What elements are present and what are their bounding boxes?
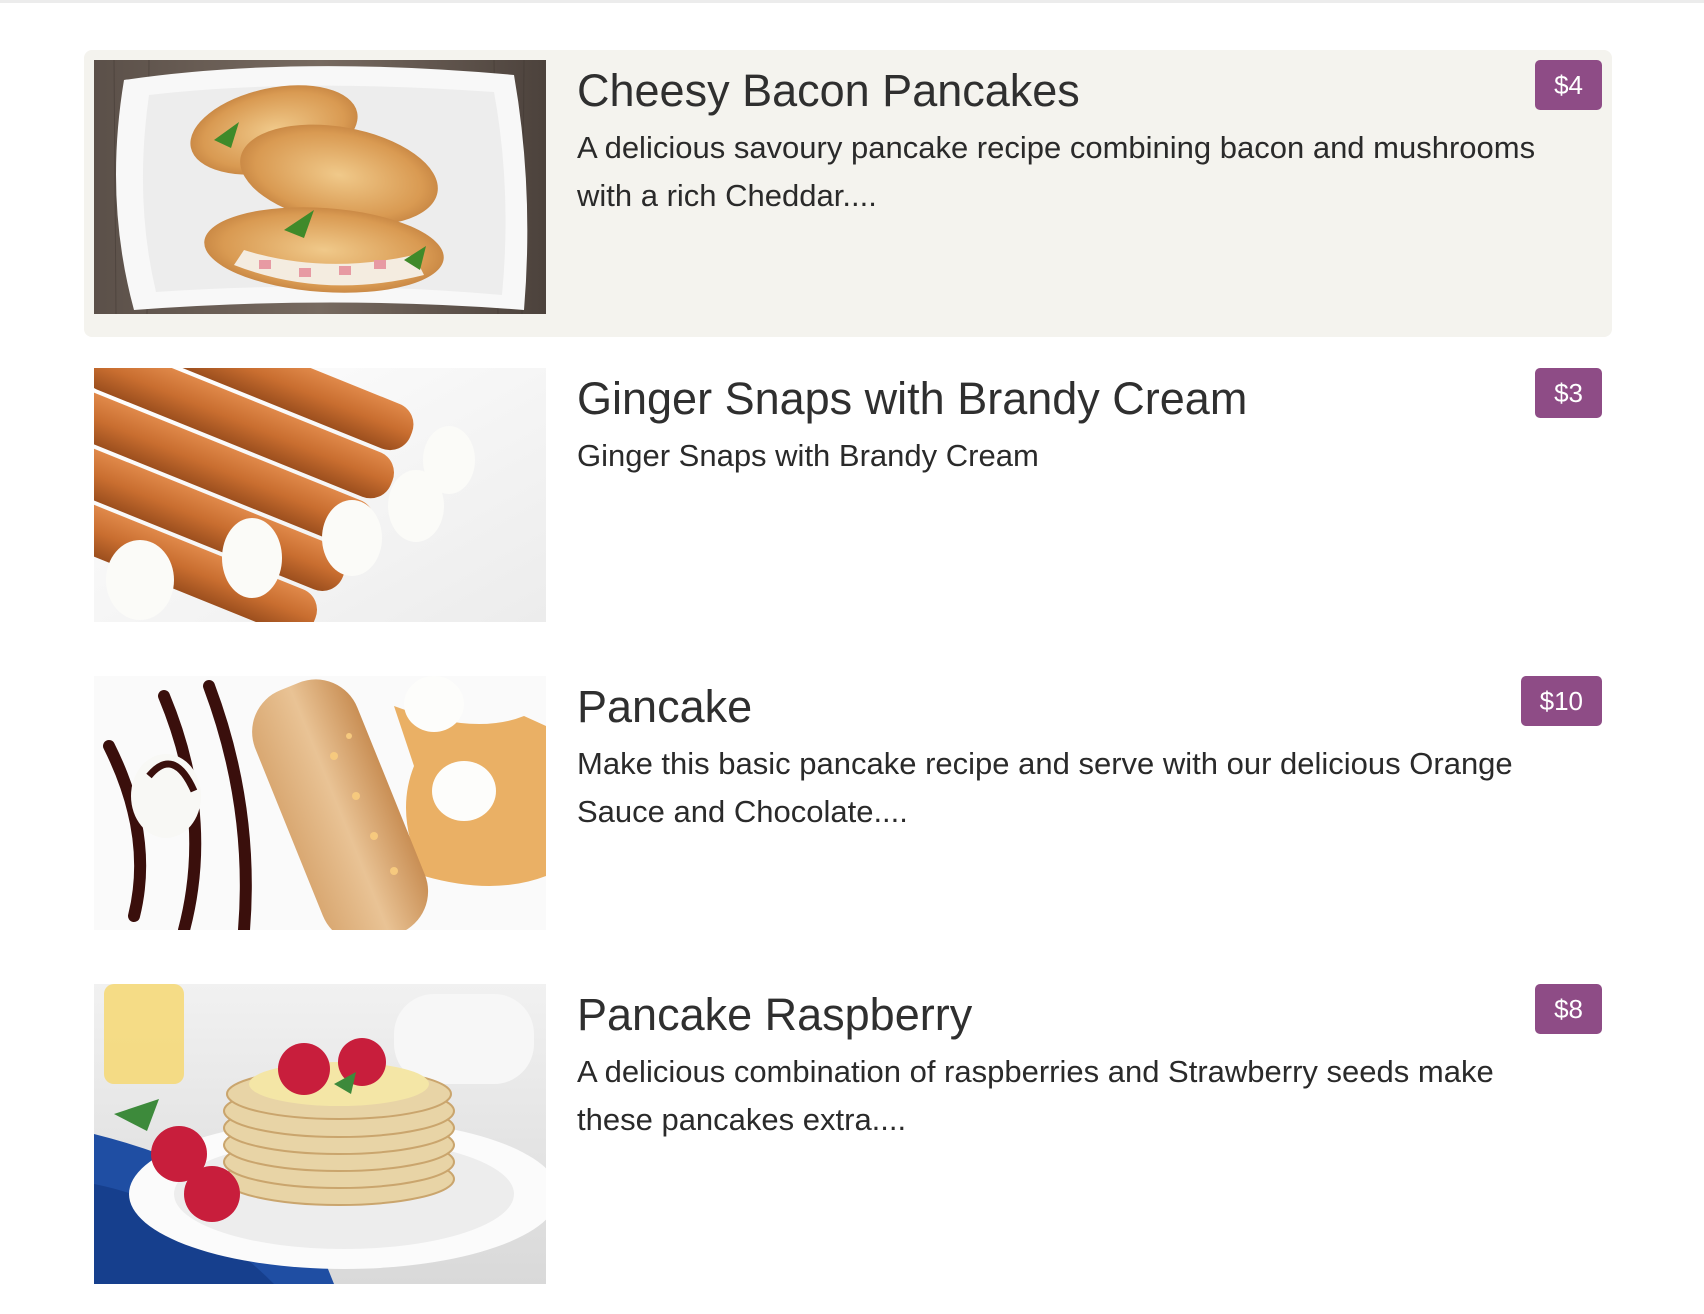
menu-item-ginger-snaps[interactable]: Ginger Snaps with Brandy Cream Ginger Sn… bbox=[84, 358, 1612, 645]
item-description: A delicious combination of raspberries a… bbox=[577, 1054, 1494, 1137]
ginger-snaps-photo[interactable] bbox=[94, 368, 546, 622]
cheesy-bacon-pancakes-photo[interactable] bbox=[94, 60, 546, 314]
item-title[interactable]: Ginger Snaps with Brandy Cream bbox=[577, 372, 1247, 426]
menu-list: Cheesy Bacon Pancakes A delicious savour… bbox=[84, 50, 1612, 1295]
item-title[interactable]: Pancake Raspberry bbox=[577, 988, 972, 1042]
price-badge: $8 bbox=[1535, 984, 1602, 1034]
pancake-raspberry-photo[interactable] bbox=[94, 984, 546, 1284]
menu-item-pancake[interactable]: Pancake Make this basic pancake recipe a… bbox=[84, 666, 1612, 953]
menu-item-pancake-raspberry[interactable]: Pancake Raspberry A delicious combinatio… bbox=[84, 974, 1612, 1284]
item-title[interactable]: Pancake bbox=[577, 680, 752, 734]
item-description: Ginger Snaps with Brandy Cream bbox=[577, 438, 1039, 473]
price-badge: $10 bbox=[1520, 676, 1602, 726]
menu-item-cheesy-bacon-pancakes[interactable]: Cheesy Bacon Pancakes A delicious savour… bbox=[84, 50, 1612, 337]
price-badge: $3 bbox=[1535, 368, 1602, 418]
item-description: A delicious savoury pancake recipe combi… bbox=[577, 130, 1536, 213]
item-title[interactable]: Cheesy Bacon Pancakes bbox=[577, 64, 1080, 118]
item-description: Make this basic pancake recipe and serve… bbox=[577, 746, 1513, 829]
top-divider bbox=[0, 0, 1704, 3]
price-badge: $4 bbox=[1535, 60, 1602, 110]
pancake-photo[interactable] bbox=[94, 676, 546, 930]
